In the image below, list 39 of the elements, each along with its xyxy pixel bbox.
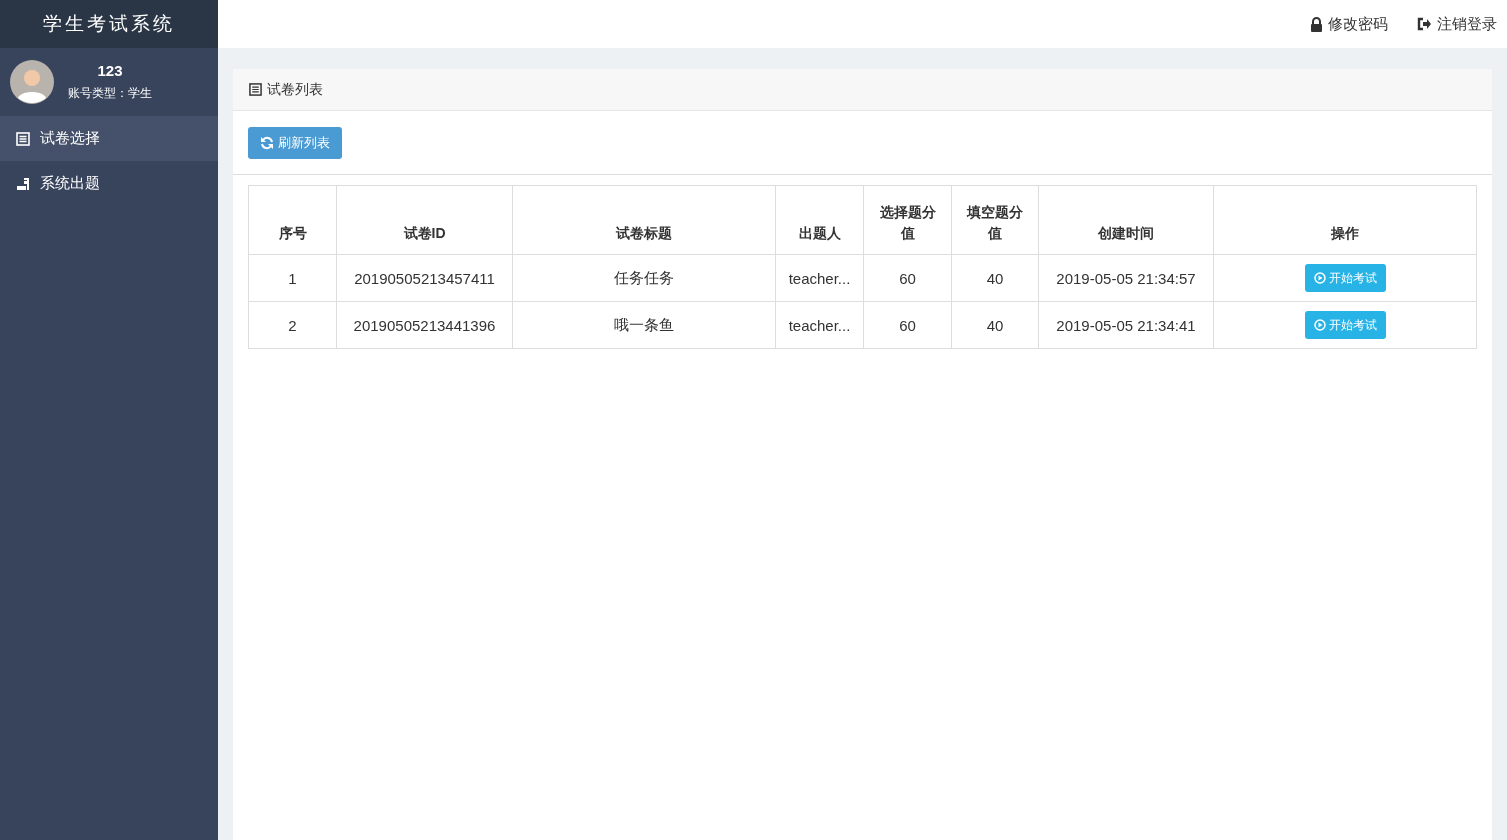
refresh-icon <box>260 136 274 150</box>
top-link[interactable]: 修改密码 <box>1310 14 1388 34</box>
table-cell: 20190505213457411 <box>336 254 513 302</box>
avatar <box>10 60 54 104</box>
column-header: 出题人 <box>775 185 864 255</box>
table-cell: 哦一条鱼 <box>512 301 776 349</box>
table-cell: 任务任务 <box>512 254 776 302</box>
user-name: 123 <box>97 62 123 79</box>
lock-icon <box>1310 16 1323 32</box>
list-icon <box>249 83 262 96</box>
panel-title: 试卷列表 <box>267 80 323 99</box>
table-cell: 2019-05-05 21:34:41 <box>1038 301 1214 349</box>
table-cell: 2019-05-05 21:34:57 <box>1038 254 1214 302</box>
play-icon <box>1313 272 1326 284</box>
desk-icon <box>16 176 30 191</box>
app-title: 学生考试系统 <box>0 0 218 48</box>
logout-icon <box>1416 17 1432 31</box>
column-header: 操作 <box>1213 185 1477 255</box>
table-cell: 60 <box>863 254 952 302</box>
list-icon <box>16 131 30 146</box>
table-cell: 40 <box>951 301 1039 349</box>
table-cell: 2 <box>248 301 337 349</box>
account-type: 账号类型：学生 <box>68 85 152 102</box>
column-header: 创建时间 <box>1038 185 1214 255</box>
table-cell: 40 <box>951 254 1039 302</box>
column-header: 试卷ID <box>336 185 513 255</box>
column-header: 填空题分值 <box>951 185 1039 255</box>
table-cell: teacher... <box>775 254 864 302</box>
table-cell: 1 <box>248 254 337 302</box>
table-cell: teacher... <box>775 301 864 349</box>
table-cell: 20190505213441396 <box>336 301 513 349</box>
sidebar-item[interactable]: 系统出题 <box>0 161 218 206</box>
column-header: 序号 <box>248 185 337 255</box>
column-header: 选择题分值 <box>863 185 952 255</box>
column-header: 试卷标题 <box>512 185 776 255</box>
table-cell: 60 <box>863 301 952 349</box>
sidebar-item[interactable]: 试卷选择 <box>0 116 218 161</box>
top-link[interactable]: 注销登录 <box>1416 14 1497 34</box>
play-icon <box>1313 319 1326 331</box>
